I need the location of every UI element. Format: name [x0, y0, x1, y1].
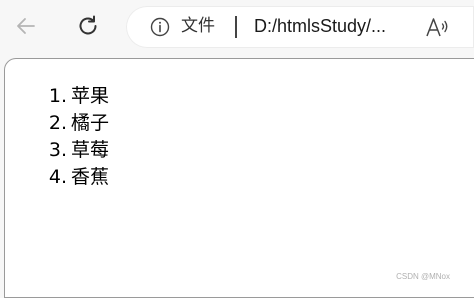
- list-item-text: 香蕉: [71, 164, 109, 191]
- list-item-text: 苹果: [71, 83, 109, 110]
- page-viewport: 1. 苹果 2. 橘子 3. 草莓 4. 香蕉: [4, 58, 474, 298]
- read-aloud-icon[interactable]: [424, 15, 450, 39]
- list-item-text: 橘子: [71, 110, 109, 137]
- url-text[interactable]: D:/htmlsStudy/...: [254, 15, 386, 37]
- arrow-left-icon: [14, 14, 38, 38]
- reload-icon: [75, 13, 101, 39]
- back-button[interactable]: [8, 8, 44, 44]
- reload-button[interactable]: [70, 8, 106, 44]
- address-bar[interactable]: 文件 D:/htmlsStudy/...: [126, 6, 474, 48]
- list-item-number: 4.: [5, 164, 71, 191]
- browser-toolbar: 文件 D:/htmlsStudy/...: [0, 0, 474, 56]
- list-item-number: 3.: [5, 137, 71, 164]
- list-item: 2. 橘子: [5, 110, 109, 137]
- list-item: 3. 草莓: [5, 137, 109, 164]
- watermark: CSDN @MNox: [396, 272, 450, 281]
- address-separator: [235, 16, 237, 38]
- list-item-number: 1.: [5, 83, 71, 110]
- info-icon[interactable]: [150, 17, 170, 37]
- list-item: 4. 香蕉: [5, 164, 109, 191]
- list-item-text: 草莓: [71, 137, 109, 164]
- ordered-list: 1. 苹果 2. 橘子 3. 草莓 4. 香蕉: [5, 83, 109, 191]
- file-scheme-label: 文件: [181, 15, 215, 37]
- list-item-number: 2.: [5, 110, 71, 137]
- list-item: 1. 苹果: [5, 83, 109, 110]
